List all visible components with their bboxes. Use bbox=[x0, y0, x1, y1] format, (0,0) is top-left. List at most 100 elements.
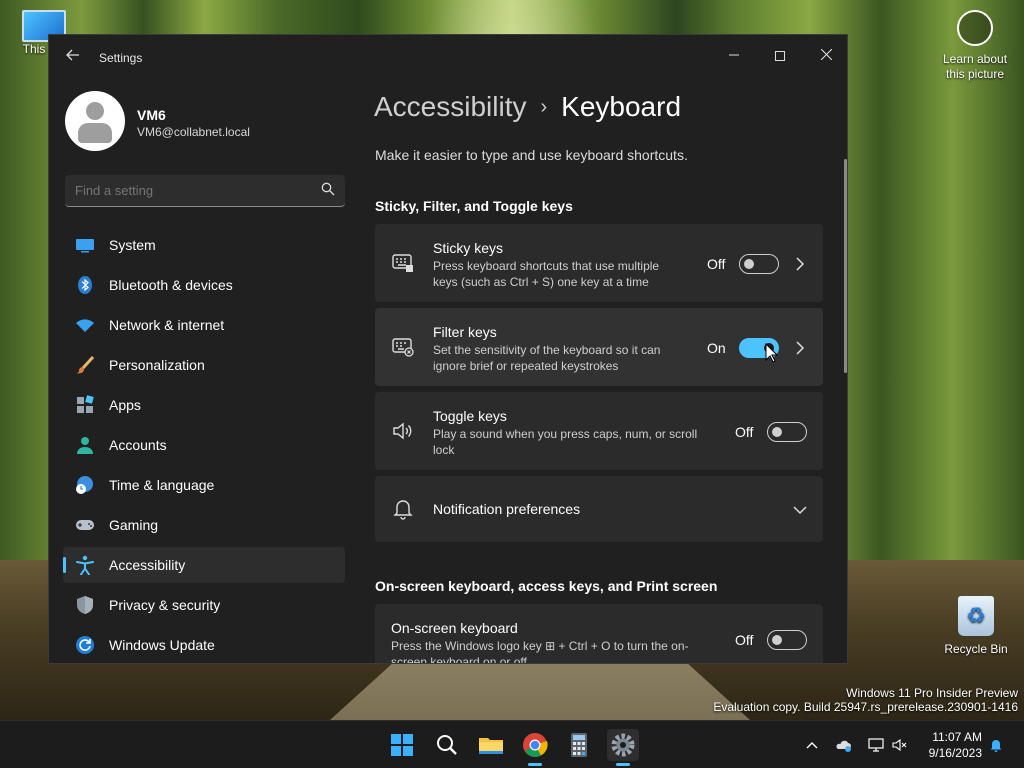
notification-preferences-card[interactable]: Notification preferences bbox=[375, 476, 823, 542]
file-explorer-button[interactable] bbox=[475, 729, 507, 761]
chevron-up-icon[interactable] bbox=[804, 737, 820, 753]
section-title-sticky-filter-toggle: Sticky, Filter, and Toggle keys bbox=[375, 198, 573, 214]
refresh-icon bbox=[76, 636, 94, 654]
learn-label-line1: Learn about bbox=[942, 52, 1008, 66]
search-input[interactable] bbox=[75, 183, 305, 198]
avatar bbox=[65, 91, 125, 151]
volume-muted-icon[interactable] bbox=[892, 737, 908, 753]
close-icon bbox=[820, 48, 832, 61]
breadcrumb-parent[interactable]: Accessibility bbox=[374, 91, 526, 122]
calculator-icon bbox=[571, 733, 587, 757]
toggle-keys-toggle[interactable] bbox=[767, 422, 807, 442]
camera-info-icon bbox=[957, 10, 993, 46]
back-button[interactable] bbox=[61, 47, 85, 69]
keyboard-filter-icon bbox=[392, 338, 414, 357]
breadcrumb-separator: › bbox=[540, 96, 548, 118]
watermark-line2: Evaluation copy. Build 25947.rs_prerelea… bbox=[713, 700, 1018, 714]
notification-bell-icon[interactable] bbox=[988, 737, 1004, 753]
on-screen-keyboard-state: Off bbox=[735, 632, 754, 648]
taskbar-search-button[interactable] bbox=[431, 729, 463, 761]
toggle-keys-state: Off bbox=[735, 424, 754, 440]
start-button[interactable] bbox=[386, 729, 418, 761]
file-explorer-icon bbox=[479, 738, 503, 754]
toggle-keys-card[interactable]: Toggle keys Play a sound when you press … bbox=[375, 392, 823, 470]
taskbar: 11:07 AM 9/16/2023 bbox=[0, 720, 1024, 768]
network-icon[interactable] bbox=[868, 737, 884, 753]
onedrive-icon[interactable] bbox=[836, 737, 852, 753]
sticky-keys-card[interactable]: Sticky keys Press keyboard shortcuts tha… bbox=[375, 224, 823, 302]
sticky-keys-desc-line2: keys (such as Ctrl + S) one key at a tim… bbox=[433, 275, 649, 289]
watermark-line1: Windows 11 Pro Insider Preview bbox=[846, 686, 1018, 700]
sidebar-item-privacy[interactable]: Privacy & security bbox=[63, 587, 345, 623]
on-screen-keyboard-desc-line2: screen keyboard on or off bbox=[391, 655, 527, 664]
sticky-keys-title: Sticky keys bbox=[433, 240, 504, 256]
minimize-button[interactable] bbox=[711, 41, 757, 69]
on-screen-keyboard-toggle[interactable] bbox=[767, 630, 807, 650]
desktop-icon-learn-about-picture[interactable]: Learn about this picture bbox=[936, 10, 1014, 82]
chevron-right-icon[interactable] bbox=[793, 341, 807, 355]
sidebar-item-label: Accessibility bbox=[109, 557, 186, 573]
chrome-icon bbox=[523, 733, 548, 757]
sidebar-item-accounts[interactable]: Accounts bbox=[63, 427, 345, 463]
user-name: VM6 bbox=[137, 107, 166, 123]
sidebar-item-apps[interactable]: Apps bbox=[63, 387, 345, 423]
minimize-icon bbox=[729, 54, 739, 56]
breadcrumb: Accessibility › Keyboard bbox=[374, 91, 681, 123]
windows-start-icon bbox=[391, 734, 413, 756]
settings-gear-icon bbox=[611, 733, 635, 757]
shield-icon bbox=[77, 596, 93, 614]
on-screen-keyboard-card[interactable]: On-screen keyboard Press the Windows log… bbox=[375, 604, 823, 664]
search-icon[interactable] bbox=[321, 182, 335, 196]
speaker-icon bbox=[393, 422, 412, 440]
filter-keys-card[interactable]: Filter keys Set the sensitivity of the k… bbox=[375, 308, 823, 386]
section-title-on-screen-keyboard: On-screen keyboard, access keys, and Pri… bbox=[375, 578, 718, 594]
sidebar-item-windows-update[interactable]: Windows Update bbox=[63, 627, 345, 663]
filter-keys-title: Filter keys bbox=[433, 324, 497, 340]
apps-icon bbox=[77, 395, 94, 413]
sidebar-item-accessibility[interactable]: Accessibility bbox=[63, 547, 345, 583]
globe-clock-icon bbox=[76, 476, 93, 494]
system-clock[interactable]: 11:07 AM 9/16/2023 bbox=[916, 729, 982, 761]
toggle-keys-desc-line2: lock bbox=[433, 443, 455, 457]
sidebar-item-label: Apps bbox=[109, 397, 141, 413]
sidebar-item-label: Network & internet bbox=[109, 317, 225, 333]
sidebar-item-label: Windows Update bbox=[109, 637, 215, 653]
sidebar-item-label: System bbox=[109, 237, 156, 253]
learn-label-line2: this picture bbox=[945, 67, 1005, 81]
settings-window: Settings VM6 VM6@collabnet.local System … bbox=[48, 34, 848, 664]
maximize-icon bbox=[775, 51, 785, 62]
toggle-keys-title: Toggle keys bbox=[433, 408, 507, 424]
recycle-bin-icon: ♻ bbox=[958, 596, 994, 636]
bluetooth-icon bbox=[78, 276, 92, 294]
chrome-button[interactable] bbox=[519, 729, 551, 766]
scrollbar-thumb[interactable] bbox=[844, 159, 847, 373]
calculator-button[interactable] bbox=[563, 729, 595, 761]
sticky-keys-toggle[interactable] bbox=[739, 254, 779, 274]
toggle-keys-desc-line1: Play a sound when you press caps, num, o… bbox=[433, 427, 698, 441]
search-icon bbox=[437, 735, 457, 755]
sidebar-item-label: Gaming bbox=[109, 517, 159, 533]
sidebar-item-label: Accounts bbox=[109, 437, 167, 453]
desktop-icon-recycle-bin[interactable]: ♻ Recycle Bin bbox=[936, 596, 1016, 656]
sidebar-item-time-language[interactable]: Time & language bbox=[63, 467, 345, 503]
sidebar-item-system[interactable]: System bbox=[63, 227, 345, 263]
sidebar-nav: System Bluetooth & devices Network & int… bbox=[63, 227, 345, 663]
chevron-right-icon[interactable] bbox=[793, 257, 807, 271]
title-bar[interactable]: Settings bbox=[49, 35, 847, 81]
sidebar-item-gaming[interactable]: Gaming bbox=[63, 507, 345, 543]
close-button[interactable] bbox=[803, 41, 847, 69]
sidebar-item-personalization[interactable]: Personalization bbox=[63, 347, 345, 383]
arrow-left-icon bbox=[66, 49, 79, 61]
page-title: Keyboard bbox=[561, 91, 682, 122]
clock-date: 9/16/2023 bbox=[928, 746, 982, 760]
settings-taskbar-button[interactable] bbox=[607, 729, 639, 766]
maximize-button[interactable] bbox=[757, 41, 803, 69]
clock-time: 11:07 AM bbox=[932, 730, 982, 744]
gamepad-icon bbox=[76, 520, 94, 530]
sidebar-item-network[interactable]: Network & internet bbox=[63, 307, 345, 343]
sticky-keys-state: Off bbox=[707, 256, 726, 272]
monitor-icon bbox=[76, 239, 94, 253]
sidebar-item-label: Privacy & security bbox=[109, 597, 221, 613]
chevron-down-icon[interactable] bbox=[793, 503, 807, 517]
sidebar-item-bluetooth[interactable]: Bluetooth & devices bbox=[63, 267, 345, 303]
